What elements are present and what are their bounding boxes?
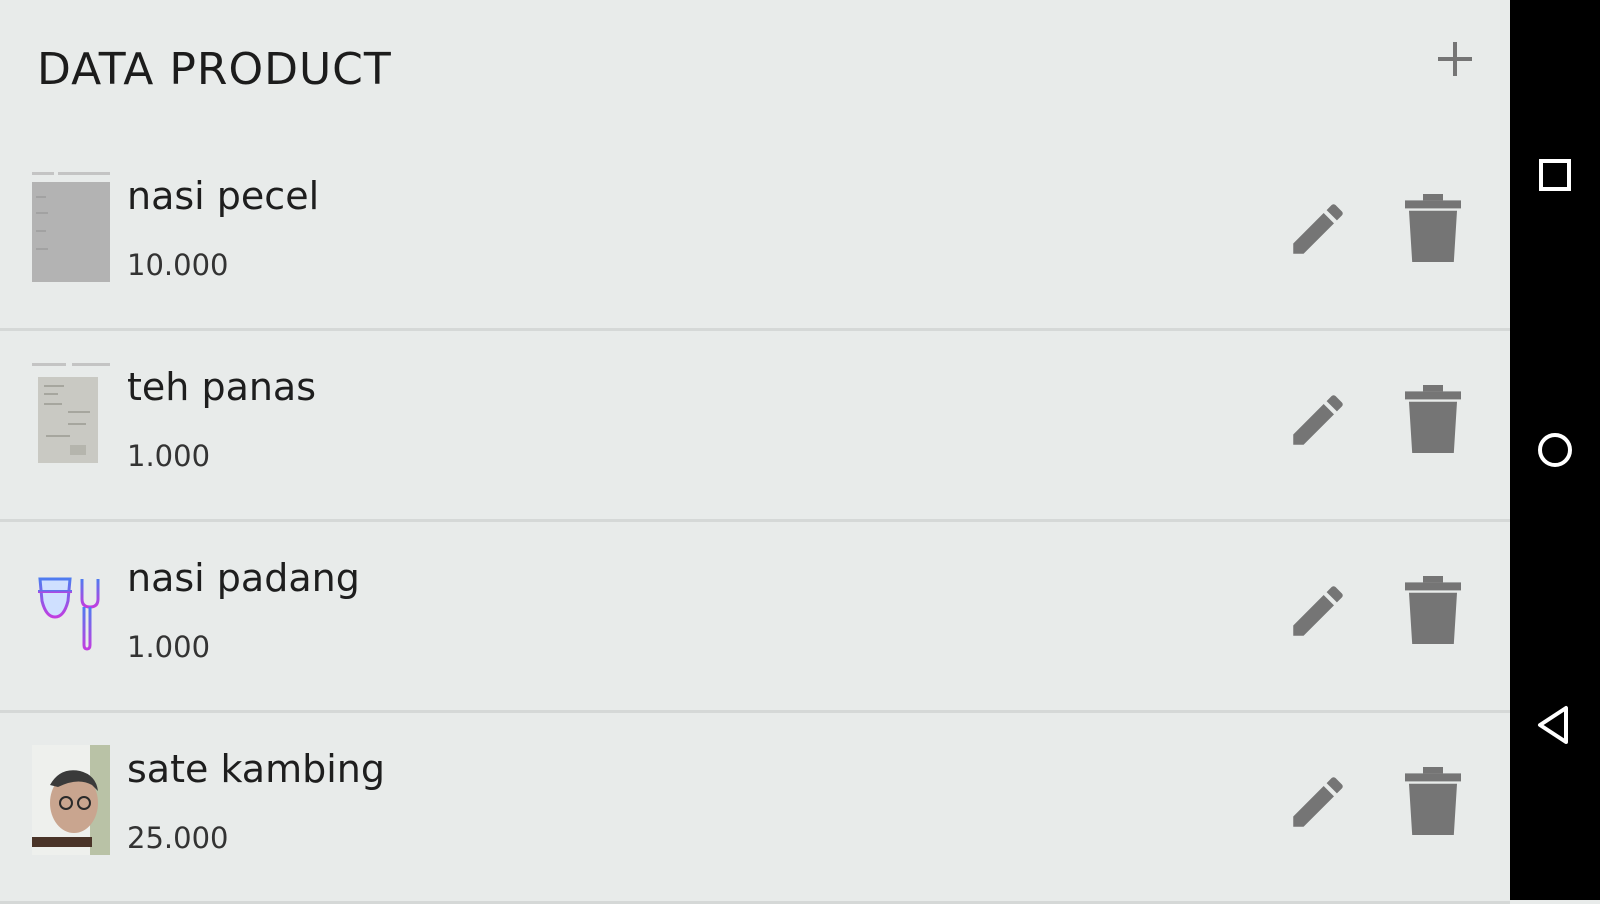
home-circle-icon <box>1538 433 1572 467</box>
product-name: sate kambing <box>127 747 385 791</box>
product-list: nasi pecel 10.000 teh panas 1.000 nasi p… <box>0 140 1510 904</box>
list-item[interactable]: teh panas 1.000 <box>0 331 1510 522</box>
document-photo-icon <box>32 363 110 463</box>
recents-square-icon <box>1539 159 1571 191</box>
trash-icon <box>1405 385 1461 453</box>
person-photo-icon <box>32 745 110 855</box>
delete-button[interactable] <box>1405 767 1461 835</box>
page-title: DATA PRODUCT <box>37 44 392 95</box>
home-button[interactable] <box>1530 425 1580 475</box>
product-thumbnail <box>32 554 110 664</box>
list-item[interactable]: nasi pecel 10.000 <box>0 140 1510 331</box>
edit-button[interactable] <box>1285 769 1351 835</box>
product-thumbnail <box>32 745 110 855</box>
product-name: teh panas <box>127 365 317 409</box>
edit-button[interactable] <box>1285 196 1351 262</box>
pencil-icon <box>1293 777 1343 827</box>
product-price: 1.000 <box>127 630 211 664</box>
product-price: 1.000 <box>127 439 211 473</box>
add-product-button[interactable] <box>1432 36 1478 82</box>
pencil-icon <box>1293 204 1343 254</box>
delete-button[interactable] <box>1405 576 1461 644</box>
pencil-icon <box>1293 395 1343 445</box>
product-name: nasi pecel <box>127 174 320 218</box>
app-header: DATA PRODUCT <box>0 0 1510 140</box>
document-photo-icon <box>32 172 110 282</box>
product-thumbnail <box>32 363 110 473</box>
trash-icon <box>1405 576 1461 644</box>
back-triangle-icon <box>1538 706 1568 744</box>
glass-fork-icon <box>38 577 100 652</box>
delete-button[interactable] <box>1405 194 1461 262</box>
list-item[interactable]: nasi padang 1.000 <box>0 522 1510 713</box>
system-navigation-bar <box>1510 0 1600 900</box>
trash-icon <box>1405 194 1461 262</box>
product-price: 25.000 <box>127 821 229 855</box>
product-price: 10.000 <box>127 248 229 282</box>
recents-button[interactable] <box>1530 150 1580 200</box>
product-thumbnail <box>32 172 110 282</box>
pencil-icon <box>1293 586 1343 636</box>
back-button[interactable] <box>1530 700 1580 750</box>
trash-icon <box>1405 767 1461 835</box>
plus-icon <box>1438 42 1472 76</box>
edit-button[interactable] <box>1285 387 1351 453</box>
list-item[interactable]: sate kambing 25.000 <box>0 713 1510 904</box>
app-screen: DATA PRODUCT nasi pecel 10.000 teh panas… <box>0 0 1510 904</box>
product-name: nasi padang <box>127 556 360 600</box>
delete-button[interactable] <box>1405 385 1461 453</box>
edit-button[interactable] <box>1285 578 1351 644</box>
